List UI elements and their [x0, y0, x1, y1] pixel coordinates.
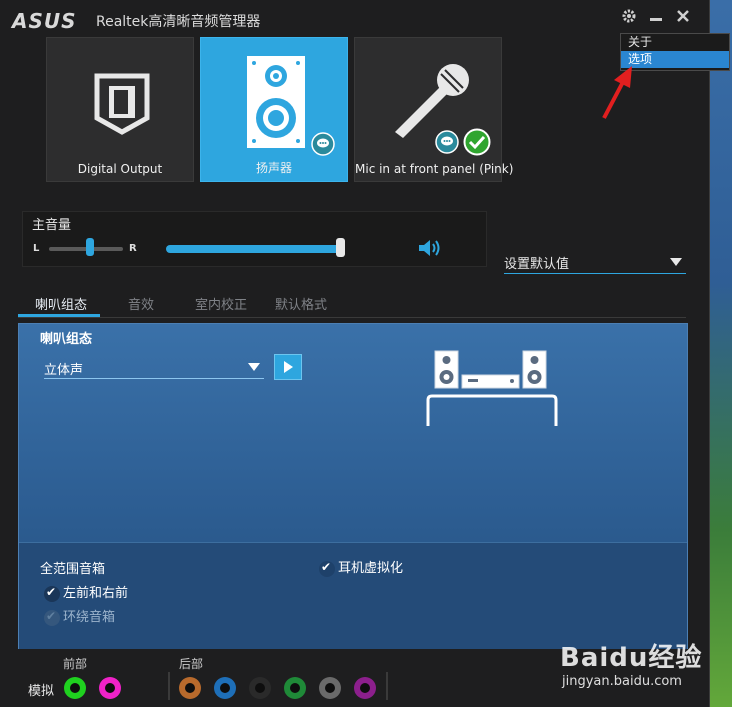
option-surround: 环绕音箱 [44, 606, 115, 626]
receiver-icon [461, 374, 520, 389]
balance-left-label: L [33, 243, 40, 254]
master-volume-panel: 主音量 L R [22, 211, 487, 267]
digital-output-icon [94, 73, 150, 135]
close-icon[interactable] [673, 8, 693, 28]
minimize-icon[interactable] [646, 8, 666, 28]
analog-label: 模拟 [28, 684, 55, 699]
device-label: 扬声器 [255, 161, 292, 175]
baidu-watermark: Baidu经验 jingyan.baidu.com [560, 630, 730, 700]
option-label: 耳机虚拟化 [338, 561, 404, 576]
speaker-layout-diagram [426, 350, 558, 426]
microphone-icon [395, 64, 469, 138]
chevron-down-icon [248, 363, 260, 371]
front-jack-pink[interactable] [99, 677, 121, 699]
check-circle-icon [463, 128, 491, 156]
option-front-left-right[interactable]: 左前和右前 [44, 582, 128, 602]
balance-slider-thumb[interactable] [85, 238, 94, 256]
chevron-down-icon [670, 258, 682, 266]
active-tab-indicator [18, 314, 100, 317]
set-default-label: 设置默认值 [504, 257, 570, 272]
volume-slider-thumb[interactable] [336, 238, 346, 257]
tab-speaker-config[interactable]: 喇叭组态 [35, 294, 87, 313]
rear-jack-black[interactable] [249, 677, 271, 699]
front-label: 前部 [63, 657, 88, 671]
option-label: 环绕音箱 [63, 610, 116, 625]
window-title: Realtek高清晰音频管理器 [96, 14, 261, 30]
gear-icon[interactable] [619, 8, 639, 28]
red-arrow-annotation [602, 66, 632, 119]
device-tile-microphone[interactable]: Mic in at front panel (Pink) [354, 37, 514, 182]
master-volume-label: 主音量 [32, 218, 72, 233]
play-test-button[interactable] [274, 354, 302, 380]
set-default-dropdown[interactable]: 设置默认值 [504, 253, 686, 274]
device-tile-speaker[interactable]: 扬声器 [200, 37, 348, 182]
brand-logo: ASUS [12, 9, 77, 33]
front-jack-green[interactable] [64, 677, 86, 699]
rear-jack-purple[interactable] [354, 677, 376, 699]
tab-default-format[interactable]: 默认格式 [275, 294, 327, 313]
full-range-title: 全范围音箱 [40, 562, 106, 577]
right-speaker-icon [522, 350, 547, 389]
rear-jack-blue[interactable] [214, 677, 236, 699]
title-bar: ASUS Realtek高清晰音频管理器 [0, 0, 709, 36]
chat-bubble-icon [311, 132, 335, 156]
speaker-config-panel: 喇叭组态 立体声 全范围音箱 ✔左前和右前 ✔环绕音箱 ✔耳机虚拟化 [18, 323, 688, 649]
option-label: 左前和右前 [63, 586, 129, 601]
device-label: Digital Output [77, 162, 163, 176]
check-icon [44, 609, 60, 626]
balance-right-label: R [129, 243, 137, 254]
rear-label: 后部 [179, 657, 204, 671]
speaker-mode-select[interactable]: 立体声 [44, 359, 264, 379]
jack-divider [168, 672, 170, 700]
volume-slider[interactable] [166, 245, 344, 253]
speaker-icon [247, 56, 305, 148]
rear-jack-orange[interactable] [179, 677, 201, 699]
jack-divider [386, 672, 388, 700]
watermark-text: Baidu经验 [560, 643, 703, 673]
device-tile-digital-output[interactable]: Digital Output [46, 37, 194, 182]
tab-room-correction[interactable]: 室内校正 [195, 294, 247, 313]
option-headphone-virtualization[interactable]: 耳机虚拟化 [319, 557, 403, 577]
watermark-url: jingyan.baidu.com [562, 674, 682, 689]
speaker-mode-value: 立体声 [44, 363, 84, 378]
tab-sound-effects[interactable]: 音效 [128, 294, 154, 313]
menu-item-about[interactable]: 关于 [621, 34, 729, 51]
check-icon [319, 560, 335, 577]
rear-jack-gray[interactable] [319, 677, 341, 699]
chat-bubble-icon [435, 130, 459, 154]
config-title: 喇叭组态 [40, 332, 93, 347]
speaker-volume-icon[interactable] [417, 238, 441, 258]
left-speaker-icon [434, 350, 459, 389]
tab-bar: 喇叭组态 音效 室内校正 默认格式 [18, 292, 686, 318]
rear-jack-green[interactable] [284, 677, 306, 699]
check-icon [44, 585, 60, 602]
device-label: Mic in at front panel (Pink) [355, 162, 514, 176]
